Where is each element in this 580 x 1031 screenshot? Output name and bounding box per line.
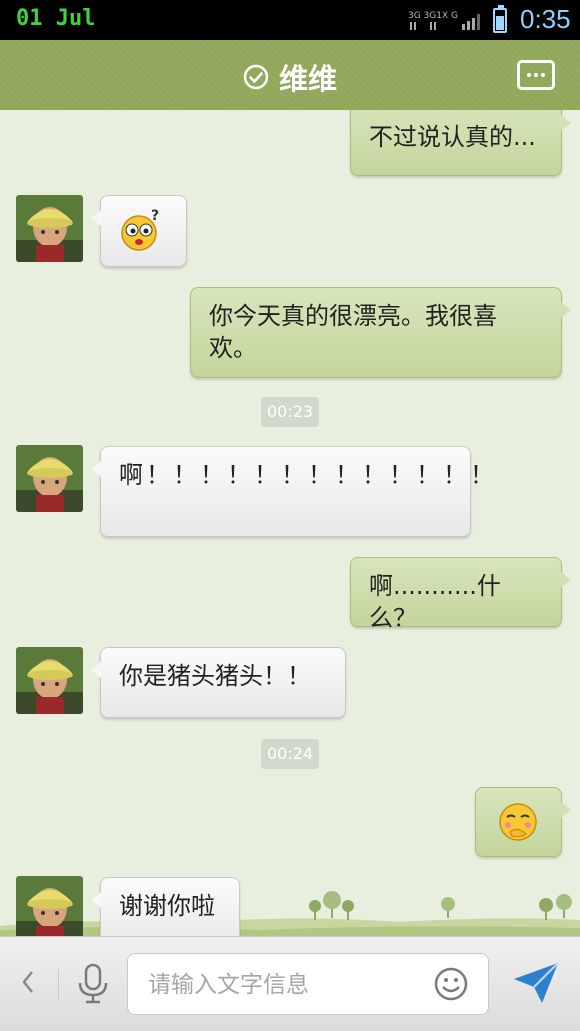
online-check-icon	[243, 64, 269, 90]
status-bar: 01 Jul 3G 3G1X G 0:35	[0, 0, 580, 40]
message-input-box	[127, 953, 489, 1015]
message-text: 不过说认真的...	[369, 123, 536, 151]
message-input[interactable]	[148, 968, 428, 1002]
contact-avatar[interactable]	[16, 195, 83, 262]
contact-avatar[interactable]	[16, 647, 83, 714]
svg-text:?: ?	[151, 208, 159, 224]
dot-icon	[527, 73, 531, 77]
status-time: 0:35	[520, 4, 571, 34]
shy-emoji-icon	[499, 803, 537, 841]
microphone-icon[interactable]	[76, 963, 110, 1005]
contact-avatar[interactable]	[16, 445, 83, 512]
confused-emoji-icon: ?	[121, 208, 159, 251]
message-bubble-received[interactable]: 谢谢你啦	[91, 877, 240, 936]
avatar-image	[16, 445, 83, 512]
message-bubble-received[interactable]: ?	[91, 195, 187, 267]
message-bubble-received[interactable]: 你是猪头猪头！！	[91, 647, 346, 718]
message-bubble-received[interactable]: 啊！！！！！！！！！！！！！	[91, 446, 494, 537]
avatar-image	[16, 876, 83, 936]
contact-name: 维维	[278, 62, 337, 96]
timestamp: 00:24	[261, 739, 319, 769]
chat-area[interactable]: 不过说认真的... ? 你今天真的很漂亮。我很喜欢。 00:23 啊！！！！！！…	[0, 110, 580, 936]
message-bubble-sent[interactable]: 你今天真的很漂亮。我很喜欢。	[190, 287, 571, 378]
message-text: 啊！！！！！！！！！！！！！	[119, 461, 497, 489]
input-bar	[0, 936, 580, 1031]
message-text: 啊...........什么？	[369, 572, 501, 632]
message-text: 你今天真的很漂亮。我很喜欢。	[209, 302, 497, 362]
landscape-decoration	[0, 891, 580, 936]
message-text: 谢谢你啦	[119, 892, 215, 920]
dot-icon	[534, 73, 538, 77]
message-bubble-sent[interactable]: 啊...........什么？	[350, 557, 571, 632]
avatar-image	[16, 647, 83, 714]
chat-header: 维维	[0, 40, 580, 116]
send-icon[interactable]	[512, 961, 560, 1005]
message-bubble-sent[interactable]	[475, 787, 571, 857]
battery-icon	[493, 5, 507, 33]
avatar-image	[16, 195, 83, 262]
signal-icon: 3G 3G1X G	[408, 11, 480, 30]
dot-icon	[541, 73, 545, 77]
status-date: 01 Jul	[16, 6, 96, 31]
message-text: 你是猪头猪头！！	[119, 662, 311, 690]
header-title-group: 维维	[0, 56, 580, 98]
timestamp: 00:23	[261, 397, 319, 427]
chevron-left-icon[interactable]	[18, 967, 38, 997]
divider	[58, 969, 59, 999]
svg-text:3G 3G1X G: 3G 3G1X G	[408, 11, 458, 21]
smiley-icon[interactable]	[433, 966, 469, 1002]
more-options-button[interactable]	[517, 60, 555, 90]
contact-avatar[interactable]	[16, 876, 83, 936]
message-bubble-sent[interactable]: 不过说认真的...	[350, 110, 571, 176]
